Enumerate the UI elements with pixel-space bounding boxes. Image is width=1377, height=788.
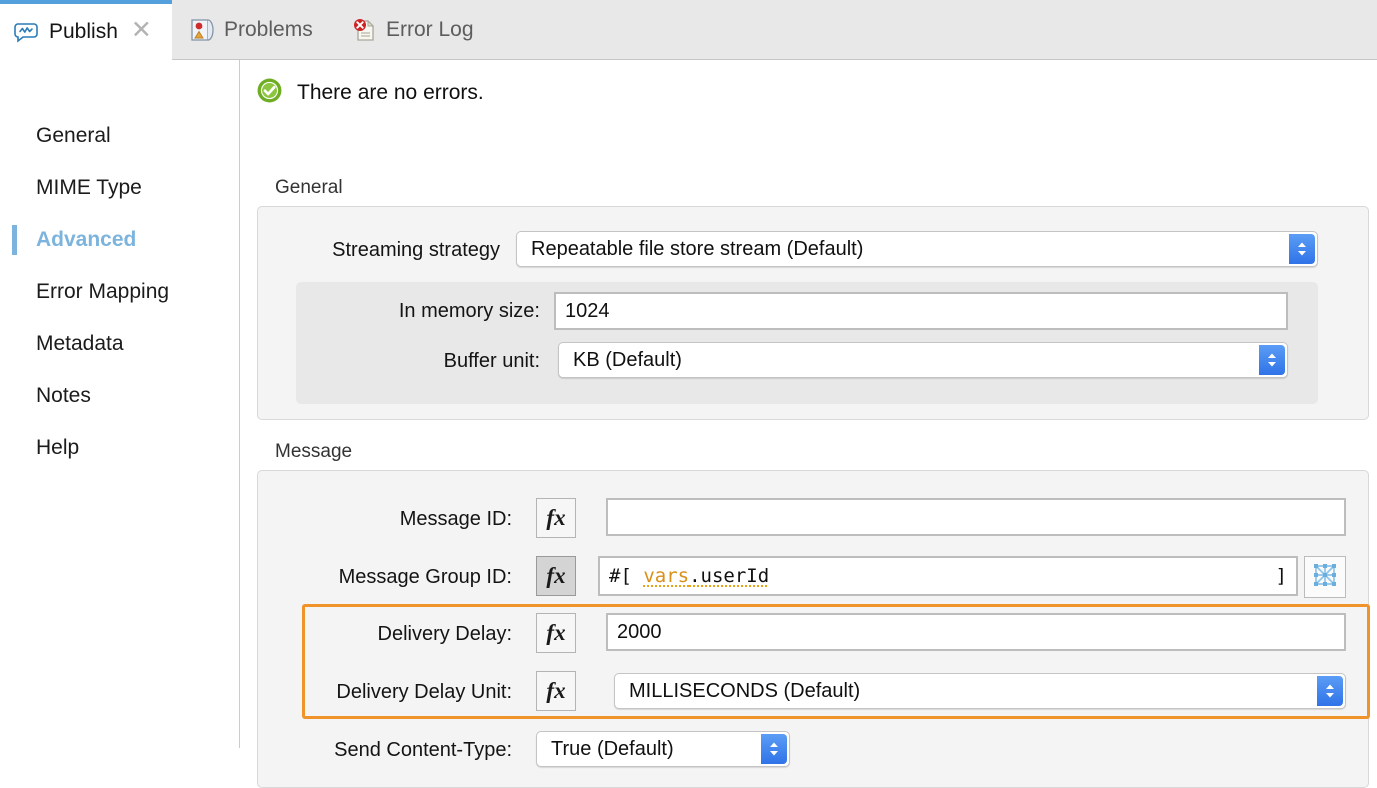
delivery-delay-unit-select[interactable]: MILLISECONDS (Default) xyxy=(614,673,1346,709)
message-id-input[interactable] xyxy=(606,498,1346,536)
success-check-icon xyxy=(256,77,283,109)
tab-publish[interactable]: Publish ✕ xyxy=(0,0,172,60)
fx-icon: fx xyxy=(546,505,566,530)
message-group-title: Message xyxy=(275,441,353,462)
general-group-title: General xyxy=(275,177,343,198)
sidebar-item-label: Error Mapping xyxy=(36,280,170,303)
sidebar-item-advanced[interactable]: Advanced xyxy=(0,214,240,266)
expression-token: vars xyxy=(643,565,690,587)
in-memory-size-input[interactable]: 1024 xyxy=(554,292,1288,330)
general-group-panel: Streaming strategy Repeatable file store… xyxy=(257,206,1369,420)
dataweave-icon xyxy=(1311,561,1339,594)
in-memory-size-label: In memory size: xyxy=(398,300,540,322)
tab-problems-label: Problems xyxy=(224,18,313,41)
send-content-type-select[interactable]: True (Default) xyxy=(536,731,790,767)
fx-icon: fx xyxy=(546,678,566,703)
sidebar-item-label: General xyxy=(36,124,111,147)
delivery-delay-unit-value: MILLISECONDS (Default) xyxy=(629,679,861,702)
stepper-icon[interactable] xyxy=(1259,345,1285,375)
buffer-unit-label: Buffer unit: xyxy=(443,350,540,372)
stepper-icon[interactable] xyxy=(761,734,787,764)
delivery-delay-input[interactable]: 2000 xyxy=(606,613,1346,651)
buffer-unit-value: KB (Default) xyxy=(573,348,682,371)
sidebar-item-label: MIME Type xyxy=(36,176,142,199)
advanced-settings-pane: There are no errors. General Streaming s… xyxy=(241,60,1377,788)
streaming-strategy-select[interactable]: Repeatable file store stream (Default) xyxy=(516,231,1318,267)
message-group-id-label: Message Group ID: xyxy=(338,566,512,588)
expression-prefix: #[ xyxy=(609,565,632,587)
message-id-label: Message ID: xyxy=(399,508,512,530)
streaming-options-subpanel: In memory size: 1024 Buffer unit: KB (De… xyxy=(296,282,1318,404)
fx-icon: fx xyxy=(546,563,566,588)
delivery-delay-label: Delivery Delay: xyxy=(377,623,512,645)
sidebar-item-help[interactable]: Help xyxy=(0,422,240,474)
message-id-fx-button[interactable]: fx xyxy=(536,498,576,538)
sidebar-item-general[interactable]: General xyxy=(0,110,240,162)
message-group-panel: Message ID: fx Message Group ID: fx #[ v… xyxy=(257,470,1370,788)
problems-icon xyxy=(189,17,215,43)
sidebar-item-metadata[interactable]: Metadata xyxy=(0,318,240,370)
send-content-type-value: True (Default) xyxy=(551,737,674,760)
sidebar-item-notes[interactable]: Notes xyxy=(0,370,240,422)
dataweave-transform-button[interactable] xyxy=(1304,556,1346,598)
delivery-delay-unit-label: Delivery Delay Unit: xyxy=(336,681,512,703)
delivery-delay-unit-fx-button[interactable]: fx xyxy=(536,671,576,711)
expression-close-bracket: ] xyxy=(1275,565,1287,587)
sidebar-item-label: Help xyxy=(36,436,80,459)
sidebar-item-label: Notes xyxy=(36,384,91,407)
expression-suffix: .userId xyxy=(689,565,770,587)
sidebar-item-label: Advanced xyxy=(36,228,137,251)
stepper-icon[interactable] xyxy=(1289,234,1315,264)
settings-sidebar: General MIME Type Advanced Error Mapping… xyxy=(0,60,240,748)
sidebar-item-mime-type[interactable]: MIME Type xyxy=(0,162,240,214)
streaming-strategy-value: Repeatable file store stream (Default) xyxy=(531,237,864,260)
delivery-delay-value: 2000 xyxy=(617,620,662,643)
publish-icon xyxy=(14,19,40,45)
tab-problems[interactable]: Problems xyxy=(175,0,327,60)
streaming-strategy-label: Streaming strategy xyxy=(332,239,500,261)
tab-publish-label: Publish xyxy=(49,20,118,43)
delivery-delay-fx-button[interactable]: fx xyxy=(536,613,576,653)
message-group-id-expression: #[ vars.userId xyxy=(609,565,769,587)
buffer-unit-select[interactable]: KB (Default) xyxy=(558,342,1288,378)
sidebar-item-label: Metadata xyxy=(36,332,124,355)
tab-error-log-label: Error Log xyxy=(386,18,474,41)
stepper-icon[interactable] xyxy=(1317,676,1343,706)
message-group-id-input[interactable]: #[ vars.userId ] xyxy=(598,556,1298,596)
close-icon[interactable]: ✕ xyxy=(131,18,152,43)
tab-bar: Publish ✕ Problems Error Log xyxy=(0,0,1377,60)
tab-error-log[interactable]: Error Log xyxy=(337,0,488,60)
send-content-type-label: Send Content-Type: xyxy=(334,739,512,761)
sidebar-item-error-mapping[interactable]: Error Mapping xyxy=(0,266,240,318)
in-memory-size-value: 1024 xyxy=(565,299,610,322)
status-message: There are no errors. xyxy=(297,81,484,104)
status-banner: There are no errors. xyxy=(256,77,484,109)
fx-icon: fx xyxy=(546,620,566,645)
message-group-id-fx-button[interactable]: fx xyxy=(536,556,576,596)
error-log-icon xyxy=(351,17,377,43)
